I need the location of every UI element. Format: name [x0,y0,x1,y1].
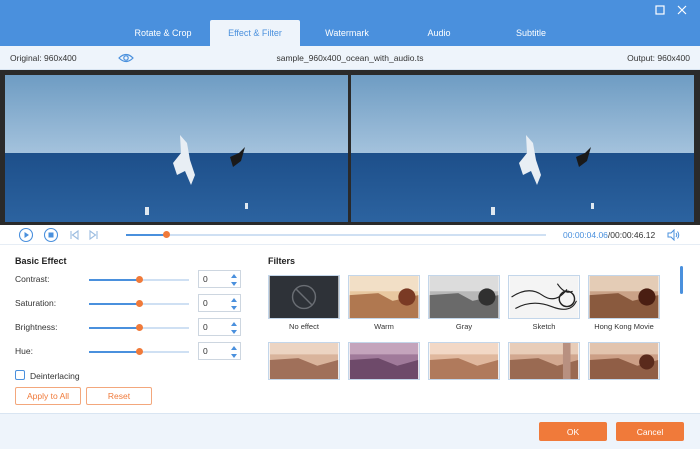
contrast-label: Contrast: [15,274,50,284]
contrast-stepper[interactable]: 0 [198,270,241,288]
close-icon[interactable] [675,3,689,17]
filter-thumbnail [588,342,660,380]
filter-label: Gray [455,322,473,331]
saturation-label: Saturation: [15,298,57,308]
info-bar: Original: 960x400 sample_960x400_ocean_w… [0,46,700,70]
filter-thumb-row2-5[interactable] [588,342,660,380]
filter-thumb-row2-3[interactable] [428,342,500,380]
contrast-slider-fill [89,279,139,281]
progress-fill [126,234,166,236]
decrement-icon[interactable] [230,305,238,311]
increment-icon[interactable] [230,321,238,327]
original-preview [5,75,348,222]
output-preview [351,75,694,222]
tab-watermark[interactable]: Watermark [302,20,392,46]
tab-audio[interactable]: Audio [394,20,484,46]
filter-hong-kong-movie[interactable]: Hong Kong Movie [588,275,660,331]
previous-frame-icon[interactable] [66,227,82,243]
contrast-row: Contrast: 0 [15,270,245,290]
tab-rotate-crop[interactable]: Rotate & Crop [118,20,208,46]
contrast-slider[interactable] [89,276,189,283]
filter-no-effect[interactable]: No effect [268,275,340,331]
contrast-value: 0 [203,274,208,284]
total-time: 00:00:46.12 [610,230,656,240]
brightness-value: 0 [203,322,208,332]
saturation-stepper[interactable]: 0 [198,294,241,312]
time-display: 00:00:04.06/00:00:46.12 [563,230,655,240]
hue-stepper[interactable]: 0 [198,342,241,360]
filter-thumbnail [268,342,340,380]
filter-warm[interactable]: Warm [348,275,420,331]
apply-to-all-button[interactable]: Apply to All [15,387,81,405]
volume-icon[interactable] [667,229,680,241]
hue-row: Hue: 0 [15,342,245,362]
filter-thumbnail [268,275,340,319]
saturation-slider-handle[interactable] [136,300,143,307]
filters-title: Filters [268,256,296,266]
filter-thumbnail [428,275,500,319]
brightness-slider-fill [89,327,139,329]
file-name: sample_960x400_ocean_with_audio.ts [276,53,424,63]
filter-thumb-row2-4[interactable] [508,342,580,380]
filter-thumbnail [508,342,580,380]
filter-gray[interactable]: Gray [428,275,500,331]
hue-slider-fill [89,351,139,353]
tab-subtitle[interactable]: Subtitle [486,20,576,46]
cancel-button[interactable]: Cancel [616,422,684,441]
decrement-icon[interactable] [230,329,238,335]
saturation-slider[interactable] [89,300,189,307]
basic-effect-title: Basic Effect [15,256,67,266]
increment-icon[interactable] [230,345,238,351]
playback-bar: 00:00:04.06/00:00:46.12 [0,225,700,245]
filter-thumbnail [508,275,580,319]
current-time: 00:00:04.06 [563,230,608,240]
contrast-slider-handle[interactable] [136,276,143,283]
footer-bar: OK Cancel [0,413,700,449]
filter-thumbnail [428,342,500,380]
play-icon[interactable] [18,227,34,243]
progress-handle[interactable] [162,231,170,238]
tab-bar: Rotate & Crop Effect & Filter Watermark … [118,20,578,46]
decrement-icon[interactable] [230,353,238,359]
increment-icon[interactable] [230,273,238,279]
hue-label: Hue: [15,346,33,356]
filter-thumb-row2-2[interactable] [348,342,420,380]
preview-area [0,70,700,225]
filter-label: No effect [289,322,319,331]
progress-track[interactable] [126,231,546,238]
deinterlacing-label: Deinterlacing [30,371,80,381]
brightness-label: Brightness: [15,322,58,332]
hue-slider[interactable] [89,348,189,355]
filter-thumbnail [348,275,420,319]
filter-sketch[interactable]: Sketch [508,275,580,331]
decrement-icon[interactable] [230,281,238,287]
filter-label: Warm [374,322,394,331]
maximize-icon[interactable] [653,3,667,17]
filter-thumbnail [348,342,420,380]
brightness-stepper[interactable]: 0 [198,318,241,336]
saturation-row: Saturation: 0 [15,294,245,314]
filter-thumb-row2-1[interactable] [268,342,340,380]
filter-label: Hong Kong Movie [594,322,654,331]
title-bar: Rotate & Crop Effect & Filter Watermark … [0,0,700,46]
tab-effect-filter[interactable]: Effect & Filter [210,20,300,46]
brightness-slider-handle[interactable] [136,324,143,331]
ok-button[interactable]: OK [539,422,607,441]
increment-icon[interactable] [230,297,238,303]
deinterlacing-checkbox[interactable] [15,370,25,380]
hue-value: 0 [203,346,208,356]
filter-label: Sketch [532,322,556,331]
stop-icon[interactable] [43,227,59,243]
output-resolution: Output: 960x400 [627,53,690,63]
saturation-value: 0 [203,298,208,308]
filters-scrollbar[interactable] [680,266,683,294]
brightness-slider[interactable] [89,324,189,331]
next-frame-icon[interactable] [86,227,102,243]
filter-thumbnail [588,275,660,319]
saturation-slider-fill [89,303,139,305]
reset-button[interactable]: Reset [86,387,152,405]
hue-slider-handle[interactable] [136,348,143,355]
brightness-row: Brightness: 0 [15,318,245,338]
